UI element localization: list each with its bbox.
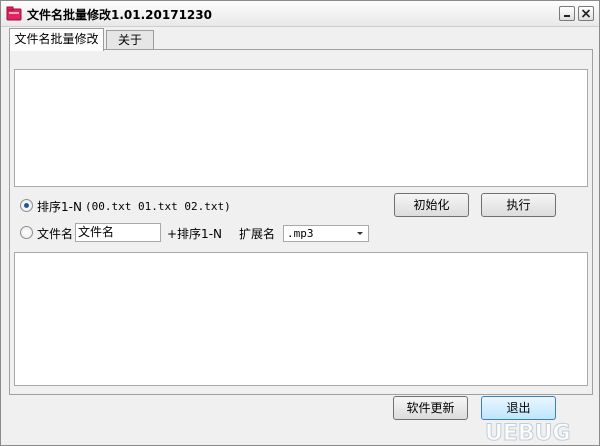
sort-example-text: (00.txt 01.txt 02.txt) (85, 200, 231, 213)
result-log-box[interactable] (14, 252, 588, 386)
close-icon (581, 9, 591, 18)
close-button[interactable] (578, 6, 594, 21)
suffix-label: +排序1-N (167, 227, 222, 241)
file-list-box[interactable] (14, 69, 588, 187)
radio-selected-dot (24, 203, 29, 208)
svg-text:UEBUG: UEBUG (485, 421, 571, 446)
chevron-down-icon (357, 232, 363, 235)
update-button[interactable]: 软件更新 (393, 396, 468, 420)
minimize-button[interactable] (559, 6, 575, 21)
filename-option-label: 文件名 (37, 227, 74, 241)
radio-sort[interactable] (20, 199, 33, 212)
folder-icon (6, 6, 22, 21)
title-bar: 文件名批量修改1.01.20171230 (1, 1, 599, 27)
extension-select[interactable]: .mp3 (283, 225, 369, 242)
watermark-logo: UEBUG (481, 418, 599, 446)
radio-filename[interactable] (20, 226, 33, 239)
filename-input[interactable]: 文件名 (75, 223, 161, 242)
extension-label: 扩展名 (239, 227, 276, 241)
app-window: 文件名批量修改1.01.20171230 文件名批量修改 关于 排序1-N (0… (0, 0, 600, 446)
window-title: 文件名批量修改1.01.20171230 (27, 8, 212, 22)
tab-about[interactable]: 关于 (106, 30, 154, 50)
tab-rename[interactable]: 文件名批量修改 (9, 28, 104, 51)
exit-button[interactable]: 退出 (481, 396, 556, 420)
execute-button[interactable]: 执行 (481, 193, 556, 217)
sort-option-label: 排序1-N (37, 200, 82, 214)
minimize-icon (564, 15, 570, 17)
extension-value: .mp3 (287, 227, 314, 240)
init-button[interactable]: 初始化 (394, 193, 469, 217)
